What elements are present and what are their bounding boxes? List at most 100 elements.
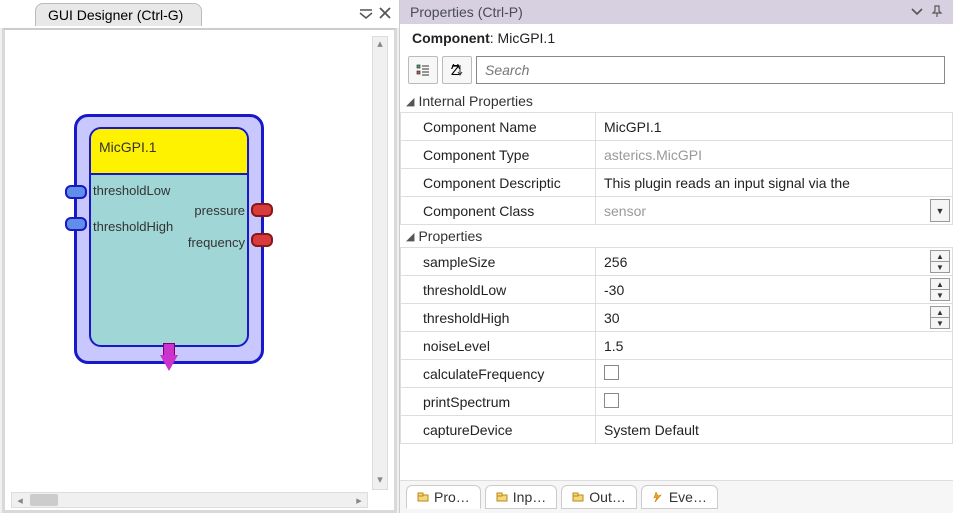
- tab-events-label: Eve…: [669, 489, 707, 505]
- tab-inputs[interactable]: Inp…: [485, 485, 557, 509]
- properties-toolbar: AZ: [400, 52, 953, 90]
- internal-properties-table: Component Name MicGPI.1 Component Type a…: [400, 112, 953, 225]
- row-noiselevel[interactable]: noiseLevel 1.5: [401, 332, 953, 360]
- group-properties-title: Properties: [418, 228, 482, 244]
- value-component-description: This plugin reads an input signal via th…: [604, 175, 850, 191]
- port-thresholdhigh-label: thresholdHigh: [93, 219, 173, 234]
- value-capturedevice[interactable]: System Default: [604, 422, 699, 438]
- port-thresholdhigh[interactable]: [65, 217, 87, 231]
- tab-properties-label: Pro…: [434, 489, 470, 505]
- value-thresholdhigh[interactable]: 30: [604, 310, 620, 326]
- label-thresholdhigh: thresholdHigh: [401, 304, 596, 332]
- component-name: MicGPI.1: [498, 30, 556, 46]
- horizontal-scrollbar[interactable]: ◂ ▸: [11, 492, 368, 508]
- properties-panel-title: Properties (Ctrl-P): [410, 4, 523, 20]
- event-port-arrow-icon[interactable]: [160, 355, 178, 371]
- label-thresholdlow: thresholdLow: [401, 276, 596, 304]
- row-samplesize[interactable]: sampleSize 256 ▲▼: [401, 248, 953, 276]
- collapse-triangle-icon: ◢: [406, 95, 414, 108]
- categorized-view-button[interactable]: [408, 56, 438, 84]
- label-samplesize: sampleSize: [401, 248, 596, 276]
- spinner-samplesize[interactable]: ▲▼: [930, 250, 950, 273]
- close-icon[interactable]: [379, 6, 391, 23]
- port-frequency-label: frequency: [188, 235, 245, 250]
- group-properties[interactable]: ◢ Properties: [400, 225, 953, 247]
- checkbox-printspectrum[interactable]: [604, 393, 619, 408]
- tab-outputs-label: Out…: [589, 489, 626, 505]
- designer-tab-label: GUI Designer (Ctrl-G): [48, 7, 183, 23]
- port-pressure[interactable]: [251, 203, 273, 217]
- label-calculatefrequency: calculateFrequency: [401, 360, 596, 388]
- group-internal-title: Internal Properties: [418, 93, 532, 109]
- spinner-down-icon[interactable]: ▼: [931, 290, 949, 300]
- scroll-right-icon[interactable]: ▸: [351, 494, 367, 507]
- spinner-up-icon[interactable]: ▲: [931, 251, 949, 262]
- collapse-triangle-icon: ◢: [406, 230, 414, 243]
- row-printspectrum[interactable]: printSpectrum: [401, 388, 953, 416]
- spinner-up-icon[interactable]: ▲: [931, 279, 949, 290]
- row-component-type[interactable]: Component Type asterics.MicGPI: [401, 141, 953, 169]
- value-component-type: asterics.MicGPI: [604, 147, 702, 163]
- collapse-icon[interactable]: [911, 4, 923, 20]
- properties-panel-titlebar: Properties (Ctrl-P): [400, 0, 953, 24]
- value-thresholdlow[interactable]: -30: [604, 282, 624, 298]
- port-pressure-label: pressure: [194, 203, 245, 218]
- value-noiselevel[interactable]: 1.5: [604, 338, 623, 354]
- properties-panel: Properties (Ctrl-P) Component: MicGPI.1 …: [400, 0, 953, 513]
- checkbox-calculatefrequency[interactable]: [604, 365, 619, 380]
- component-heading: Component: MicGPI.1: [400, 24, 953, 52]
- svg-text:Z: Z: [451, 64, 460, 76]
- designer-canvas[interactable]: MicGPI.1 thresholdLow pressure threshold…: [11, 36, 388, 504]
- spinner-thresholdlow[interactable]: ▲▼: [930, 278, 950, 301]
- group-internal-properties[interactable]: ◢ Internal Properties: [400, 90, 953, 112]
- label-capturedevice: captureDevice: [401, 416, 596, 444]
- scroll-left-icon[interactable]: ◂: [12, 494, 28, 507]
- value-component-name[interactable]: MicGPI.1: [604, 119, 662, 135]
- label-component-description: Component Descriptic: [401, 169, 596, 197]
- dropdown-component-class-icon[interactable]: ▼: [930, 199, 950, 222]
- port-thresholdlow-label: thresholdLow: [93, 183, 170, 198]
- row-capturedevice[interactable]: captureDevice System Default: [401, 416, 953, 444]
- component-block[interactable]: MicGPI.1 thresholdLow pressure threshold…: [74, 114, 264, 364]
- port-thresholdlow[interactable]: [65, 185, 87, 199]
- tab-properties[interactable]: Pro…: [406, 485, 481, 509]
- value-samplesize[interactable]: 256: [604, 254, 627, 270]
- value-component-class[interactable]: sensor: [604, 203, 646, 219]
- spinner-up-icon[interactable]: ▲: [931, 307, 949, 318]
- designer-canvas-container: MicGPI.1 thresholdLow pressure threshold…: [2, 28, 397, 513]
- designer-tab-row: GUI Designer (Ctrl-G): [0, 0, 399, 28]
- minimize-icon[interactable]: [359, 6, 373, 23]
- component-title: MicGPI.1: [91, 129, 247, 175]
- label-component-class: Component Class: [401, 197, 596, 225]
- row-component-description[interactable]: Component Descriptic This plugin reads a…: [401, 169, 953, 197]
- designer-tab-controls: [359, 6, 399, 23]
- properties-table: sampleSize 256 ▲▼ thresholdLow -30 ▲▼ th…: [400, 247, 953, 444]
- row-component-class[interactable]: Component Class sensor ▼: [401, 197, 953, 225]
- alphabetical-sort-button[interactable]: AZ: [442, 56, 472, 84]
- scroll-thumb[interactable]: [30, 494, 58, 506]
- bottom-tabs: Pro… Inp… Out… Eve…: [400, 480, 953, 513]
- spinner-thresholdhigh[interactable]: ▲▼: [930, 306, 950, 329]
- search-input[interactable]: [476, 56, 945, 84]
- label-printspectrum: printSpectrum: [401, 388, 596, 416]
- row-thresholdlow[interactable]: thresholdLow -30 ▲▼: [401, 276, 953, 304]
- scroll-down-icon[interactable]: ▾: [377, 473, 383, 489]
- tab-events[interactable]: Eve…: [641, 485, 718, 509]
- spinner-down-icon[interactable]: ▼: [931, 318, 949, 328]
- row-thresholdhigh[interactable]: thresholdHigh 30 ▲▼: [401, 304, 953, 332]
- label-component-type: Component Type: [401, 141, 596, 169]
- scroll-up-icon[interactable]: ▴: [377, 37, 383, 53]
- spinner-down-icon[interactable]: ▼: [931, 262, 949, 272]
- designer-tab[interactable]: GUI Designer (Ctrl-G): [35, 3, 202, 26]
- row-component-name[interactable]: Component Name MicGPI.1: [401, 113, 953, 141]
- row-calculatefrequency[interactable]: calculateFrequency: [401, 360, 953, 388]
- pin-icon[interactable]: [931, 4, 943, 20]
- vertical-scrollbar[interactable]: ▴ ▾: [372, 36, 388, 490]
- port-frequency[interactable]: [251, 233, 273, 247]
- label-noiselevel: noiseLevel: [401, 332, 596, 360]
- tab-outputs[interactable]: Out…: [561, 485, 637, 509]
- label-component-name: Component Name: [401, 113, 596, 141]
- gui-designer-panel: GUI Designer (Ctrl-G) MicGPI.1 threshold…: [0, 0, 400, 513]
- tab-inputs-label: Inp…: [513, 489, 546, 505]
- component-label: Component: [412, 30, 490, 46]
